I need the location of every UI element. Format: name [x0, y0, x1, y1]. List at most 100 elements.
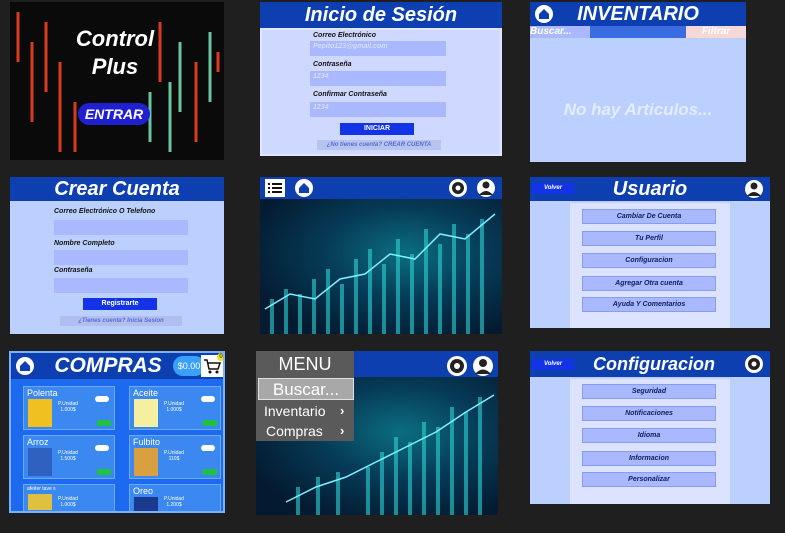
product-price: P.Unidad 1.000$	[58, 496, 78, 508]
product-price: P.Unidad 110$	[164, 450, 184, 462]
settings-screen: Volver Configuracion Seguridad Notificac…	[530, 351, 770, 504]
password-label: Contraseña	[313, 61, 352, 68]
gear-icon[interactable]	[448, 178, 468, 198]
product-name: Aceite	[133, 388, 159, 398]
email-field[interactable]: Pepito123@gmail.com	[310, 41, 446, 56]
product-image	[28, 399, 52, 427]
product-image	[134, 399, 158, 427]
settings-title: Configuracion	[593, 354, 715, 374]
create-account-link[interactable]: ¿No tienes cuenta? CREAR CUENTA	[317, 140, 441, 150]
product-name: Arroz	[27, 437, 49, 447]
create-account-header: Crear Cuenta	[10, 177, 224, 201]
dashboard-screen	[260, 177, 502, 334]
product-card[interactable]: Polenta P.Unidad 1.000$	[23, 386, 115, 430]
signup-email-label: Correo Electrónico O Telefono	[54, 208, 156, 215]
inventory-search-input[interactable]: Buscar...	[530, 26, 590, 38]
menu-screen: MENU Buscar... Inventario › Compras ›	[256, 351, 498, 515]
product-name: Oreo	[133, 486, 154, 496]
gear-icon[interactable]	[744, 354, 764, 374]
user-icon[interactable]	[472, 355, 494, 377]
menu-search-input[interactable]: Buscar...	[258, 378, 354, 400]
inventory-search-bar[interactable]	[590, 26, 686, 38]
inventory-screen: INVENTARIO Buscar... Filtrar No hay Arti…	[530, 2, 746, 162]
splash-title-line2: Plus	[91, 54, 139, 79]
add-button[interactable]	[97, 420, 111, 426]
inventory-empty-text: No hay Articulos...	[563, 100, 713, 119]
signup-email-field[interactable]	[54, 220, 188, 235]
user-icon[interactable]	[744, 179, 764, 199]
profile-button[interactable]: Tu Perfil	[582, 231, 716, 246]
purchases-screen: COMPRAS $0.00 0 Polenta P.Unidad 1.000$ A…	[9, 351, 225, 513]
signup-password-field[interactable]	[54, 278, 188, 293]
information-button[interactable]: Informacion	[582, 451, 716, 466]
gear-icon[interactable]	[446, 355, 468, 377]
product-name: Polenta	[27, 388, 58, 398]
menu-title: MENU	[278, 354, 332, 374]
user-screen: Volver Usuario Cambiar De Cuenta Tu Perf…	[530, 177, 770, 328]
notifications-button[interactable]: Notificaciones	[582, 406, 716, 421]
cart-count-badge: 0	[217, 353, 223, 361]
switch-account-button[interactable]: Cambiar De Cuenta	[582, 209, 716, 224]
create-account-screen: Crear Cuenta Correo Electrónico O Telefo…	[10, 177, 224, 334]
add-button[interactable]	[97, 469, 111, 475]
menu-item-purchases[interactable]: Compras ›	[256, 421, 354, 441]
help-feedback-button[interactable]: Ayuda Y Comentarios	[582, 297, 716, 312]
product-card[interactable]: Oreo P.Unidad 1.200$	[129, 484, 221, 511]
quantity-toggle[interactable]	[95, 396, 109, 402]
product-price: P.Unidad 1.000$	[58, 401, 78, 413]
signup-password-label: Contraseña	[54, 267, 93, 274]
confirm-password-label: Confirmar Contraseña	[313, 91, 387, 98]
confirm-password-field[interactable]: 1234	[310, 102, 446, 117]
security-button[interactable]: Seguridad	[582, 384, 716, 399]
add-account-button[interactable]: Agregar Otra cuenta	[582, 276, 716, 291]
user-title: Usuario	[612, 178, 688, 200]
product-price: P.Unidad 1.000$	[164, 401, 184, 413]
login-screen: Inicio de Sesión Correo Electrónico Pepi…	[260, 2, 502, 156]
product-card[interactable]: Aceite P.Unidad 1.000$	[129, 386, 221, 430]
user-settings-button[interactable]: Configuracion	[582, 253, 716, 268]
product-name: Fulbito	[133, 437, 161, 447]
home-icon[interactable]	[15, 356, 35, 376]
menu-item-label: Compras	[266, 423, 323, 439]
enter-button[interactable]: ENTRAR	[78, 103, 150, 125]
password-field[interactable]: 1234	[310, 71, 446, 86]
inventory-title: INVENTARIO	[577, 3, 699, 25]
register-button[interactable]: Registrarte	[83, 298, 157, 310]
purchases-title: COMPRAS	[54, 354, 162, 377]
add-button[interactable]	[203, 469, 217, 475]
stock-chart-art	[264, 213, 496, 334]
menu-item-inventory[interactable]: Inventario ›	[256, 401, 354, 421]
login-link[interactable]: ¿Tienes cuenta? Inicia Sesion	[60, 316, 182, 326]
product-image	[28, 494, 52, 510]
product-card[interactable]: Arroz P.Unidad 1.500$	[23, 435, 115, 479]
chevron-right-icon: ›	[340, 403, 345, 418]
signup-name-field[interactable]	[54, 250, 188, 265]
email-label: Correo Electrónico	[313, 32, 377, 39]
chevron-right-icon: ›	[340, 423, 345, 438]
product-card[interactable]: Fulbito P.Unidad 110$	[129, 435, 221, 479]
quantity-toggle[interactable]	[95, 445, 109, 451]
login-title: Inicio de Sesión	[304, 4, 458, 26]
product-image	[134, 497, 158, 511]
user-back-button[interactable]: Volver	[532, 183, 574, 194]
home-icon[interactable]	[294, 178, 314, 198]
product-card[interactable]: afeiter tave s P.Unidad 1.000$	[23, 484, 115, 511]
inventory-filter-button[interactable]: Filtrar	[686, 26, 746, 38]
create-account-title: Crear Cuenta	[54, 178, 180, 200]
language-button[interactable]: Idioma	[582, 428, 716, 443]
settings-back-button[interactable]: Volver	[532, 359, 574, 370]
splash-screen: Control Plus ENTRAR	[10, 2, 224, 160]
signup-name-label: Nombre Completo	[54, 240, 115, 247]
list-menu-icon[interactable]	[265, 179, 285, 197]
home-icon[interactable]	[534, 4, 554, 24]
product-price: P.Unidad 1.200$	[164, 496, 184, 508]
customize-button[interactable]: Personalizar	[582, 472, 716, 487]
product-image	[134, 448, 158, 476]
splash-title-line1: Control	[75, 26, 155, 51]
user-icon[interactable]	[476, 178, 496, 198]
quantity-toggle[interactable]	[201, 445, 215, 451]
quantity-toggle[interactable]	[201, 396, 215, 402]
login-submit-button[interactable]: INICIAR	[340, 123, 414, 135]
add-button[interactable]	[203, 420, 217, 426]
login-header: Inicio de Sesión	[260, 2, 502, 28]
